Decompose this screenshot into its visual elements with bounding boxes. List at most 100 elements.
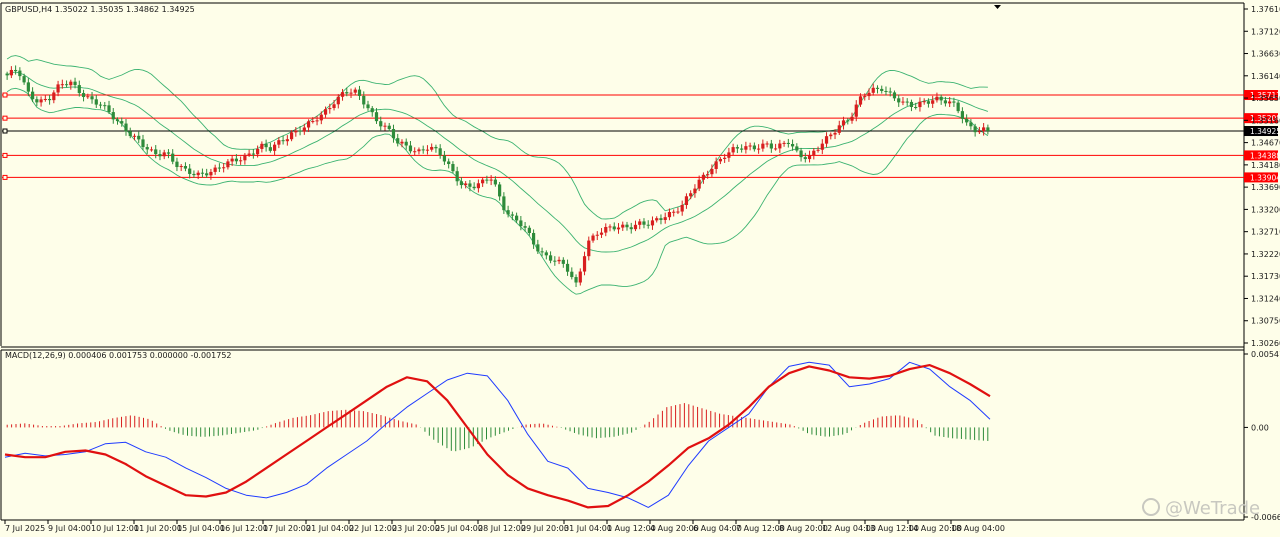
candle-body	[298, 130, 302, 132]
candle-body	[663, 217, 667, 220]
level-tag-label: 1.34925	[1250, 127, 1280, 136]
candle-body	[621, 224, 625, 228]
candle-body	[14, 69, 18, 71]
candle-body	[540, 251, 544, 253]
level-anchor[interactable]	[2, 115, 8, 121]
level-anchor[interactable]	[2, 128, 8, 134]
candle-body	[425, 149, 430, 151]
candle-body	[379, 121, 383, 127]
candle-body	[943, 100, 948, 104]
candle-body	[761, 143, 765, 149]
candle-body	[561, 259, 565, 264]
price-tick-label: 1.33690	[1251, 183, 1280, 192]
candle-body	[260, 143, 264, 149]
level-tag-notch	[1244, 126, 1248, 137]
candle-body	[128, 131, 132, 137]
price-tick-label: 1.30260	[1251, 339, 1280, 348]
candle-body	[154, 149, 158, 155]
candle-body	[909, 101, 914, 107]
candle-body	[582, 256, 587, 272]
candle-body	[9, 69, 13, 76]
level-tag-notch	[1244, 172, 1248, 183]
candle-body	[820, 143, 824, 150]
candle-body	[277, 140, 281, 145]
time-tick-label: 31 Jul 04:00	[564, 524, 612, 533]
candle-body	[952, 101, 956, 103]
candle-body	[18, 70, 22, 77]
candle-body	[735, 147, 739, 149]
candle-body	[468, 183, 472, 187]
level-anchor[interactable]	[2, 92, 8, 98]
candle-body	[247, 153, 251, 155]
price-tick-label: 1.31240	[1251, 294, 1280, 303]
candle-body	[171, 153, 175, 162]
candle-body	[400, 141, 404, 144]
candle-body	[833, 132, 837, 135]
candle-body	[672, 211, 676, 213]
candle-body	[740, 148, 744, 150]
candle-body	[765, 143, 769, 145]
candle-body	[782, 142, 786, 144]
time-tick-label: 4 Aug 20:00	[650, 524, 699, 533]
candle-body	[523, 226, 527, 228]
price-tick-label: 1.32220	[1251, 250, 1280, 259]
candle-body	[52, 92, 56, 101]
level-anchor[interactable]	[2, 152, 8, 158]
price-pane-title: GBPUSD,H4 1.35022 1.35035 1.34862 1.3492…	[5, 5, 195, 14]
candle-body	[162, 152, 166, 157]
candle-body	[306, 121, 311, 128]
candle-body	[43, 98, 47, 100]
candle-body	[786, 142, 790, 144]
price-tick-label: 1.37120	[1251, 27, 1280, 36]
candle-body	[230, 158, 234, 162]
candle-body	[646, 224, 650, 226]
candle-body	[353, 89, 357, 93]
candle-body	[205, 173, 209, 176]
level-anchor[interactable]	[2, 174, 8, 180]
price-tick-label: 1.37610	[1251, 5, 1280, 14]
candle-body	[98, 104, 103, 106]
candle-body	[960, 111, 965, 119]
candle-body	[383, 125, 387, 127]
candle-body	[22, 76, 26, 83]
candle-body	[417, 149, 421, 152]
price-tick-label: 1.36140	[1251, 72, 1280, 81]
candle-body	[922, 101, 926, 103]
candle-body	[145, 147, 149, 150]
price-tick-label: 1.34180	[1251, 161, 1280, 170]
candle-body	[60, 84, 64, 86]
price-tick-label: 1.30750	[1251, 317, 1280, 326]
candle-body	[362, 95, 366, 105]
candle-body	[723, 157, 727, 159]
candle-body	[434, 146, 438, 149]
time-tick-label: 6 Aug 04:00	[693, 524, 742, 533]
candle-body	[413, 151, 417, 153]
candle-body	[332, 104, 336, 109]
candle-body	[599, 232, 604, 235]
candle-body	[192, 173, 196, 176]
candle-body	[30, 91, 35, 100]
candle-body	[757, 148, 761, 150]
candle-body	[472, 186, 476, 189]
candle-body	[778, 143, 782, 149]
price-tick-label: 1.35650	[1251, 94, 1280, 103]
candle-body	[982, 127, 986, 132]
candle-body	[464, 183, 468, 186]
time-tick-label: 9 Jul 04:00	[48, 524, 91, 533]
candle-body	[506, 210, 510, 215]
candle-body	[858, 96, 863, 105]
time-tick-label: 15 Jul 04:00	[177, 524, 225, 533]
candle-body	[510, 214, 514, 216]
candle-body	[408, 145, 413, 152]
candle-body	[103, 105, 107, 107]
candle-body	[731, 147, 735, 153]
candle-body	[837, 125, 841, 133]
candle-body	[553, 260, 557, 262]
candle-body	[557, 259, 561, 262]
candle-body	[404, 141, 408, 146]
candle-body	[956, 102, 960, 112]
candle-body	[693, 188, 697, 194]
candle-body	[744, 146, 748, 150]
time-tick-label: 16 Jul 12:00	[220, 524, 268, 533]
time-tick-label: 10 Jul 12:00	[91, 524, 139, 533]
